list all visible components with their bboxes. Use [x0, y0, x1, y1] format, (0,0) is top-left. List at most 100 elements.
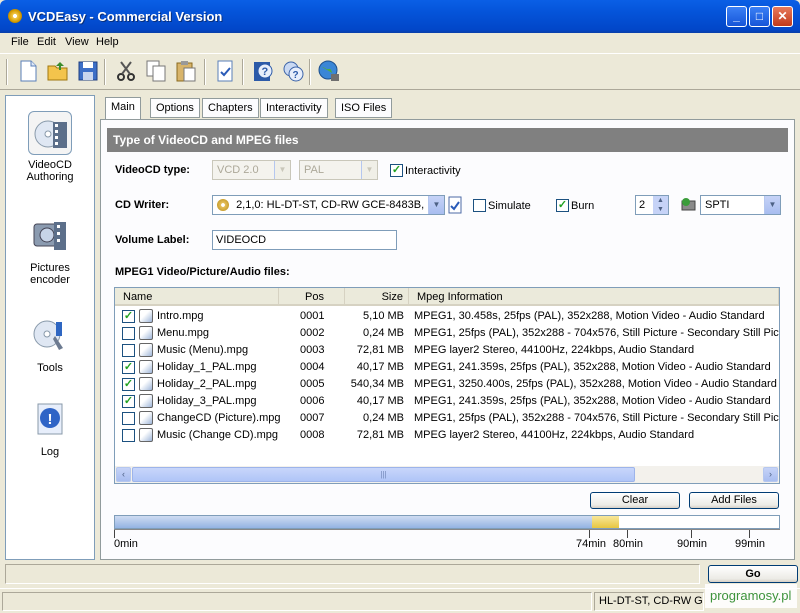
mpeg-file-icon	[139, 360, 153, 374]
save-icon[interactable]	[76, 59, 100, 83]
cut-icon[interactable]	[114, 59, 138, 83]
scale-tick	[589, 530, 590, 538]
mpeg-file-icon	[139, 394, 153, 408]
table-row[interactable]: ✓ Holiday_3_PAL.mpg 0006 40,17 MB MPEG1, 241…	[115, 393, 779, 410]
sidebar-item-pictures-encoder[interactable]: Pictures encoder	[6, 214, 94, 286]
stepper-arrows-icon[interactable]: ▲ ▼	[653, 196, 668, 214]
tab-options[interactable]: Options	[150, 98, 200, 118]
videocd-icon	[28, 111, 72, 155]
menu-help[interactable]: Help	[96, 36, 119, 48]
writer-properties-icon[interactable]	[448, 196, 462, 214]
check-document-icon[interactable]	[213, 59, 237, 83]
toolbar-separator	[104, 59, 106, 85]
scale-label: 99min	[735, 538, 765, 550]
sidebar-item-label: Log	[40, 446, 60, 458]
file-pos: 0004	[300, 361, 325, 373]
status-bar: HL-DT-ST, CD-RW GCE-8	[0, 588, 800, 613]
burn-checkbox[interactable]: ✓	[556, 199, 569, 212]
column-header-pos[interactable]: Pos	[279, 288, 345, 306]
open-folder-icon[interactable]	[46, 59, 70, 83]
app-icon[interactable]	[8, 9, 22, 23]
files-list[interactable]: Name Pos Size Mpeg Information ✓ Intro.mp…	[114, 287, 780, 484]
speed-stepper[interactable]: 2 ▲ ▼	[635, 195, 669, 215]
cd-writer-value: 2,1,0: HL-DT-ST, CD-RW GCE-8483B, B	[236, 199, 435, 211]
tab-iso-files[interactable]: ISO Files	[335, 98, 393, 118]
clear-button[interactable]: Clear	[590, 492, 680, 509]
sidebar-item-log[interactable]: ! Log	[6, 398, 94, 458]
videocd-version-value: VCD 2.0	[217, 164, 259, 176]
maximize-button[interactable]: □	[749, 6, 770, 27]
table-row[interactable]: ✓ Intro.mpg 0001 5,10 MB MPEG1, 30.458s, 25f…	[115, 308, 779, 325]
row-checkbox[interactable]: ✓	[122, 378, 135, 391]
mpeg-file-icon	[139, 326, 153, 340]
volume-label-input[interactable]: VIDEOCD	[212, 230, 397, 250]
row-checkbox[interactable]	[122, 429, 135, 442]
close-button[interactable]: ✕	[772, 6, 793, 27]
copy-icon[interactable]	[144, 59, 168, 83]
table-row[interactable]: Music (Menu).mpg 0003 72,81 MB MPEG layer2 …	[115, 342, 779, 359]
menu-view[interactable]: View	[65, 36, 89, 48]
row-checkbox[interactable]	[122, 344, 135, 357]
scroll-right-icon[interactable]: ›	[763, 467, 778, 482]
toolbar: ? ?	[0, 53, 800, 90]
new-file-icon[interactable]	[16, 59, 40, 83]
file-pos: 0005	[300, 378, 325, 390]
sidebar-item-label: Authoring	[26, 171, 74, 183]
sidebar-item-tools[interactable]: Tools	[6, 314, 94, 374]
status-device: HL-DT-ST, CD-RW GCE-8	[594, 592, 704, 611]
tab-chapters[interactable]: Chapters	[202, 98, 259, 118]
file-pos: 0003	[300, 344, 325, 356]
table-row[interactable]: Menu.mpg 0002 0,24 MB MPEG1, 25fps (PAL), 3…	[115, 325, 779, 342]
scrollbar-thumb[interactable]: |||	[132, 467, 635, 482]
column-header-size[interactable]: Size	[345, 288, 409, 306]
simulate-checkbox[interactable]	[473, 199, 486, 212]
disc-usage-fill	[115, 516, 592, 528]
scale-label: 0min	[114, 538, 138, 550]
chevron-down-icon: ▼	[764, 196, 780, 214]
column-header-name[interactable]: Name	[115, 288, 279, 306]
file-name: Holiday_1_PAL.mpg	[157, 361, 257, 373]
web-globe-icon[interactable]	[317, 59, 341, 83]
cd-writer-select[interactable]: 2,1,0: HL-DT-ST, CD-RW GCE-8483B, B ▼	[212, 195, 445, 215]
row-checkbox[interactable]: ✓	[122, 395, 135, 408]
row-checkbox[interactable]	[122, 412, 135, 425]
scale-tick	[114, 530, 115, 538]
column-header-mpeg-info[interactable]: Mpeg Information	[409, 288, 779, 306]
toolbar-separator	[204, 59, 206, 85]
file-size: 540,34 MB	[350, 378, 404, 390]
toolbar-separator	[309, 59, 311, 85]
menu-file[interactable]: File	[11, 36, 29, 48]
title-bar[interactable]: VCDEasy - Commercial Version _ □ ✕	[0, 0, 800, 33]
scale-tick	[627, 530, 628, 538]
menu-edit[interactable]: Edit	[37, 36, 56, 48]
interface-select[interactable]: SPTI ▼	[700, 195, 781, 215]
add-files-button[interactable]: Add Files	[689, 492, 779, 509]
toolbar-separator	[6, 59, 8, 85]
tab-main[interactable]: Main	[105, 97, 141, 119]
row-checkbox[interactable]: ✓	[122, 310, 135, 323]
table-row[interactable]: ✓ Holiday_1_PAL.mpg 0004 40,17 MB MPEG1, 241…	[115, 359, 779, 376]
horizontal-scrollbar[interactable]: ‹ ||| ›	[115, 466, 779, 483]
help-document-icon[interactable]: ?	[251, 59, 275, 83]
row-checkbox[interactable]: ✓	[122, 361, 135, 374]
menu-bar: File Edit View Help	[0, 33, 800, 53]
videocd-standard-select[interactable]: PAL ▼	[299, 160, 378, 180]
chevron-down-icon: ▼	[428, 196, 444, 214]
minimize-button[interactable]: _	[726, 6, 747, 27]
go-button[interactable]: Go	[708, 565, 798, 583]
file-size: 0,24 MB	[363, 412, 404, 424]
row-checkbox[interactable]	[122, 327, 135, 340]
scroll-left-icon[interactable]: ‹	[116, 467, 131, 482]
scale-label: 74min	[576, 538, 606, 550]
sidebar-item-label: Pictures	[30, 262, 70, 274]
interactivity-checkbox[interactable]: ✓	[390, 164, 403, 177]
table-row[interactable]: ✓ Holiday_2_PAL.mpg 0005 540,34 MB MPEG1, 32…	[115, 376, 779, 393]
file-mpeg-info: MPEG layer2 Stereo, 44100Hz, 224kbps, Au…	[414, 344, 695, 356]
sidebar-item-videocd-authoring[interactable]: VideoCD Authoring	[6, 111, 94, 183]
paste-icon[interactable]	[174, 59, 198, 83]
videocd-version-select[interactable]: VCD 2.0 ▼	[212, 160, 291, 180]
table-row[interactable]: ChangeCD (Picture).mpg 0007 0,24 MB MPEG1, …	[115, 410, 779, 427]
tab-interactivity[interactable]: Interactivity	[260, 98, 328, 118]
context-help-icon[interactable]: ?	[281, 59, 305, 83]
table-row[interactable]: Music (Change CD).mpg 0008 72,81 MB MPEG la…	[115, 427, 779, 444]
